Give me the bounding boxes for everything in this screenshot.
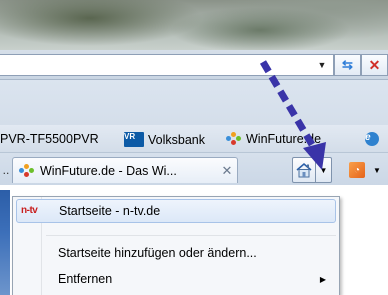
address-dropdown-button[interactable]: ▼ (311, 55, 333, 75)
window-glass-background (0, 0, 388, 50)
close-icon[interactable]: ✕ (217, 163, 237, 179)
favorite-ie[interactable]: e (365, 132, 383, 146)
feed-dropdown-button[interactable]: ▼ (370, 162, 384, 178)
address-field[interactable]: ▼ (0, 54, 334, 76)
feed-icon[interactable]: ◔ (349, 162, 365, 178)
tab-label: WinFuture.de - Das Wi... (40, 163, 177, 178)
favorite-label: WinFuture.de (246, 132, 322, 146)
home-button[interactable] (292, 157, 316, 183)
menu-item-label: Startseite hinzufügen oder ändern... (58, 246, 257, 260)
menu-separator (46, 235, 336, 236)
volksbank-icon: VR (124, 132, 144, 147)
toolbar-band (0, 80, 388, 125)
tab-bar: .. WinFuture.de - Das Wi... ✕ ▼ ◔ ▼ (0, 153, 388, 185)
favorites-bar: PVR-TF5500PVR VR Volksbank WinFuture.de … (0, 125, 388, 153)
address-bar-row: ▼ ⇆ ✕ (0, 50, 388, 80)
favorite-pvr[interactable]: PVR-TF5500PVR (0, 132, 99, 146)
favorite-winfuture[interactable]: WinFuture.de (226, 132, 321, 146)
stop-button[interactable]: ✕ (361, 54, 388, 76)
compatibility-view-button[interactable]: ⇆ (334, 54, 361, 76)
submenu-arrow-icon: ▶ (319, 274, 326, 284)
favorite-volksbank[interactable]: VR Volksbank (124, 132, 205, 147)
favorite-label: PVR-TF5500PVR (0, 132, 99, 146)
home-icon (296, 162, 312, 178)
winfuture-icon (19, 163, 35, 178)
tab-winfuture[interactable]: WinFuture.de - Das Wi... ✕ (12, 157, 238, 183)
menu-item-label: Entfernen (58, 272, 113, 286)
home-dropdown-menu: n-tv Startseite - n-tv.de Startseite hin… (12, 196, 340, 295)
menu-item-add-change-home[interactable]: Startseite hinzufügen oder ändern... (16, 241, 336, 265)
ntv-icon: n-tv (21, 205, 38, 216)
page-content-edge (0, 190, 10, 295)
tab-scroll-left-button[interactable]: .. (0, 158, 12, 182)
menu-item-remove[interactable]: Entfernen ▶ (16, 267, 336, 291)
menu-item-startseite-ntv[interactable]: n-tv Startseite - n-tv.de (16, 199, 336, 223)
home-dropdown-button[interactable]: ▼ (316, 157, 332, 183)
favorite-label: Volksbank (148, 132, 205, 147)
ie-icon: e (365, 132, 379, 146)
winfuture-icon (226, 132, 242, 146)
menu-item-label: Startseite - n-tv.de (59, 204, 161, 218)
